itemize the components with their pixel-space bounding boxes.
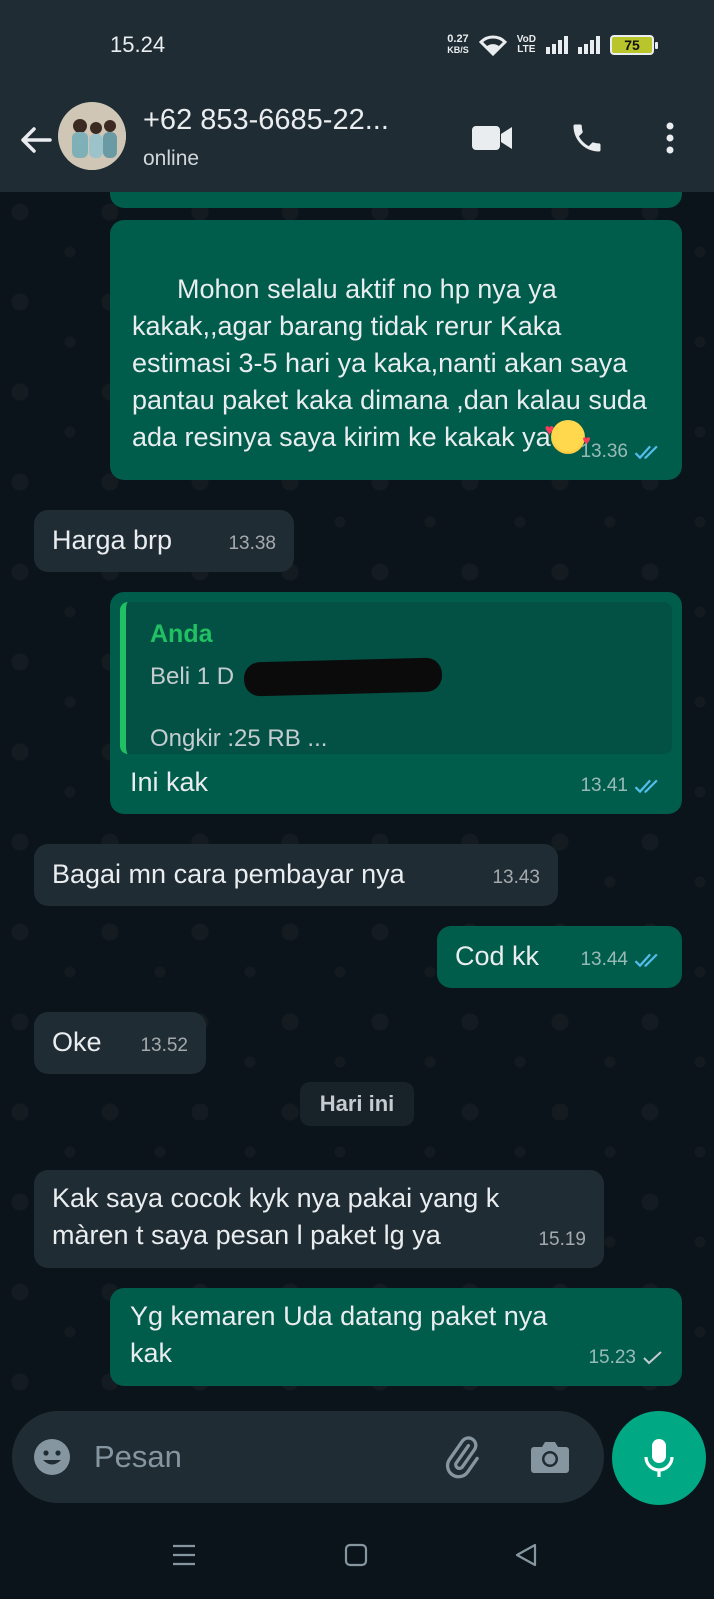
- message-text: Cod kk: [455, 941, 540, 971]
- back-arrow-icon: [21, 127, 52, 153]
- message-text: Ini kak: [130, 767, 209, 797]
- message-text: Bagai mn cara pembayar nya: [52, 859, 405, 889]
- signal-icon-sim2: [578, 36, 600, 54]
- camera-button[interactable]: [528, 1435, 572, 1479]
- message-meta: 15.19: [538, 1221, 586, 1258]
- triangle-back-icon: [515, 1543, 537, 1567]
- paperclip-icon: [446, 1436, 479, 1479]
- message-time: 13.36: [584, 192, 632, 202]
- menu-lines-icon: [173, 1544, 195, 1566]
- voice-call-button[interactable]: [565, 116, 609, 160]
- signal-icon-sim1: [546, 36, 568, 54]
- message-incoming[interactable]: Oke 13.52: [34, 1012, 206, 1074]
- message-outgoing[interactable]: 13.36: [110, 192, 682, 208]
- voice-record-button[interactable]: [612, 1411, 706, 1505]
- message-text: Yg kemaren Uda datang paket nya kak: [130, 1301, 548, 1368]
- message-meta: 15.23: [588, 1339, 664, 1376]
- message-time: 13.41: [580, 775, 628, 796]
- camera-icon: [531, 1442, 569, 1473]
- emoji-icon: [34, 1439, 70, 1475]
- read-receipt-icon: [634, 445, 658, 459]
- message-meta: 13.44: [580, 941, 664, 978]
- battery-icon: 75: [610, 35, 658, 55]
- date-divider: Hari ini: [300, 1082, 414, 1126]
- quoted-author: Anda: [150, 620, 213, 648]
- message-meta: 13.36: [580, 433, 664, 470]
- voice-call-icon: [573, 124, 601, 152]
- quoted-text-line2: Ongkir :25 RB ...: [150, 725, 328, 752]
- contact-name[interactable]: +62 853-6685-22...: [143, 104, 389, 137]
- message-outgoing[interactable]: Cod kk 13.44: [437, 926, 682, 988]
- attach-button[interactable]: [440, 1435, 484, 1479]
- sent-tick-icon: [643, 1350, 662, 1364]
- system-nav-bar: [0, 1507, 714, 1599]
- message-outgoing[interactable]: Mohon selalu aktif no hp nya ya kakak,,a…: [110, 220, 682, 480]
- message-incoming[interactable]: Harga brp 13.38: [34, 510, 294, 572]
- video-call-icon: [472, 126, 512, 150]
- recent-apps-button[interactable]: [164, 1535, 204, 1575]
- message-text: Kak saya cocok kyk nya pakai yang k màre…: [52, 1183, 500, 1250]
- status-time: 15.24: [110, 32, 166, 57]
- message-time: 13.43: [492, 867, 540, 888]
- read-receipt-icon: [634, 779, 658, 793]
- message-time: 13.38: [228, 533, 276, 554]
- message-outgoing[interactable]: Yg kemaren Uda datang paket nya kak 15.2…: [110, 1288, 682, 1386]
- microphone-icon: [644, 1439, 674, 1477]
- quoted-message[interactable]: Anda Beli 1 D Ongkir :25 RB ...: [120, 602, 672, 754]
- message-time: 15.23: [588, 1347, 636, 1368]
- avatar-photo-icon: [58, 102, 126, 170]
- message-composer: [12, 1411, 604, 1503]
- square-home-icon: [344, 1543, 368, 1567]
- message-time: 13.44: [580, 949, 628, 970]
- status-bar: 15.24 0.27 KB/S VoD LTE 75: [0, 0, 714, 90]
- message-incoming[interactable]: Bagai mn cara pembayar nya 13.43: [34, 844, 558, 906]
- status-indicators: 0.27 KB/S VoD LTE 75: [447, 34, 658, 56]
- message-input[interactable]: [94, 1433, 424, 1481]
- chat-header: +62 853-6685-22... online: [0, 90, 714, 192]
- redaction-mark: [243, 657, 443, 697]
- message-time: 13.36: [580, 441, 628, 462]
- volte-icon: VoD LTE: [517, 35, 536, 55]
- message-outgoing[interactable]: Anda Beli 1 D Ongkir :25 RB ... Ini kak …: [110, 592, 682, 814]
- message-time: 13.52: [140, 1035, 188, 1056]
- quoted-text-line1: Beli 1 D: [150, 663, 235, 690]
- more-vert-icon: [666, 122, 674, 154]
- message-meta: 13.43: [492, 859, 540, 896]
- video-call-button[interactable]: [470, 116, 514, 160]
- message-meta: 13.41: [580, 767, 664, 804]
- message-text: Oke: [52, 1027, 102, 1057]
- home-button[interactable]: [336, 1535, 376, 1575]
- more-options-button[interactable]: [648, 116, 692, 160]
- network-speed: 0.27 KB/S: [447, 34, 469, 56]
- volte-bottom-label: LTE: [517, 44, 536, 55]
- message-incoming[interactable]: Kak saya cocok kyk nya pakai yang k màre…: [34, 1170, 604, 1268]
- message-meta: 13.38: [228, 525, 276, 562]
- message-time: 15.19: [538, 1229, 586, 1250]
- emoji-button[interactable]: [30, 1435, 74, 1479]
- message-meta: 13.52: [140, 1027, 188, 1064]
- message-text: Harga brp: [52, 525, 173, 555]
- chat-messages[interactable]: 13.36 Mohon selalu aktif no hp nya ya ka…: [0, 192, 714, 1407]
- wifi-icon: [478, 35, 507, 56]
- contact-status: online: [143, 147, 200, 170]
- message-meta: 13.36: [584, 192, 664, 202]
- read-receipt-icon: [634, 953, 658, 967]
- back-nav-button[interactable]: [506, 1535, 546, 1575]
- contact-avatar[interactable]: [58, 102, 126, 170]
- back-button[interactable]: [16, 120, 56, 160]
- network-speed-unit: KB/S: [447, 45, 469, 55]
- network-speed-value: 0.27: [447, 33, 469, 45]
- battery-level: 75: [624, 37, 640, 53]
